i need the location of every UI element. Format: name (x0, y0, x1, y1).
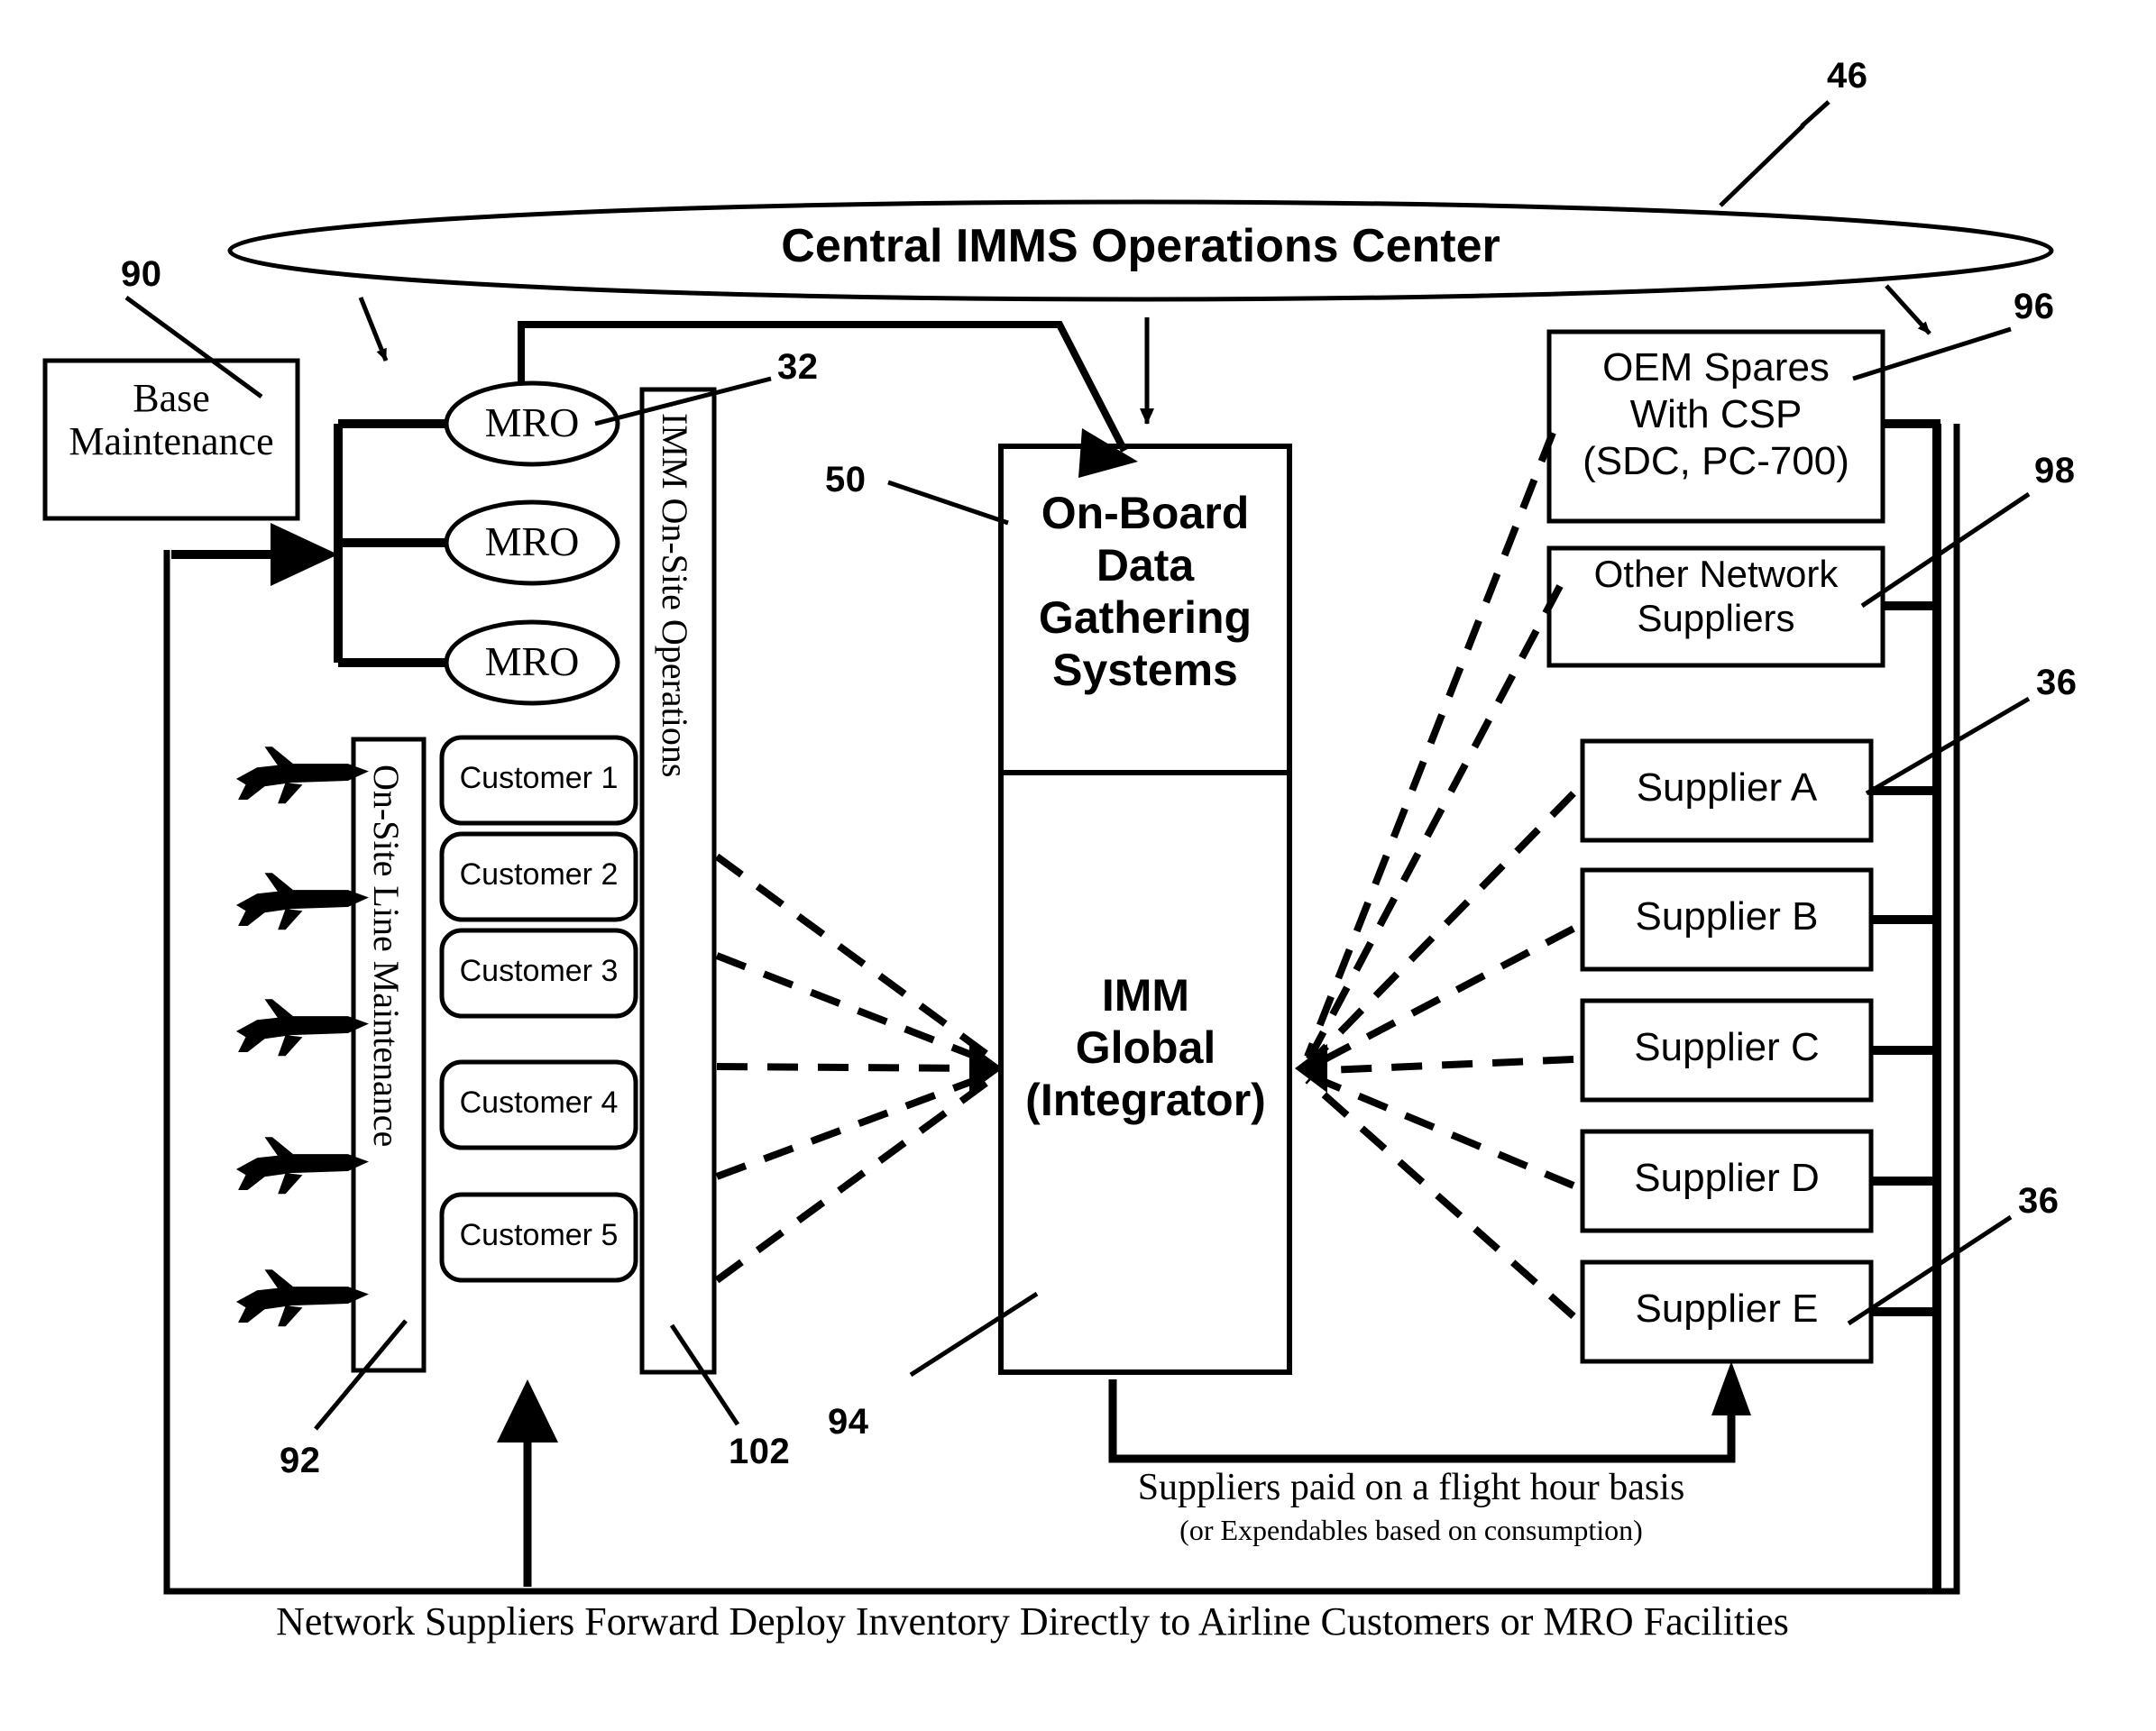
ref-numeral-36-lower: 36 (2018, 1181, 2060, 1221)
leader-102 (669, 1323, 740, 1426)
customer-label-5: Customer 5 (459, 1218, 619, 1252)
supplier-label-b: Supplier B (1635, 894, 1819, 939)
customer-label-1: Customer 1 (459, 761, 619, 795)
other-network-suppliers-label: Other Network Suppliers (1593, 553, 1839, 640)
bottom-flow-caption: Network Suppliers Forward Deploy Invento… (276, 1599, 1789, 1644)
customer-to-imm-dashed-links (714, 853, 993, 1284)
customer-label-3: Customer 3 (459, 954, 619, 988)
ref-numeral-98: 98 (2034, 451, 2076, 490)
payment-note-line-1: Suppliers paid on a flight hour basis (1137, 1467, 1685, 1508)
on-site-line-maintenance-label: On-Site Line Maintenance (366, 765, 407, 1148)
oem-spares-label: OEM Spares With CSP (SDC, PC-700) (1583, 345, 1849, 483)
base-maintenance-label: Base Maintenance (69, 376, 274, 463)
ref-numeral-92: 92 (280, 1441, 321, 1480)
ref-numeral-32: 32 (777, 347, 819, 387)
leader-92 (314, 1319, 408, 1431)
forward-deploy-flow (497, 1379, 558, 1587)
ref-numeral-96: 96 (2014, 287, 2055, 326)
leader-50 (887, 480, 1009, 526)
ellipse-to-base-arrow (358, 297, 389, 362)
supplier-label-c: Supplier C (1634, 1025, 1820, 1069)
payment-note-line-2: (or Expendables based on consumption) (1179, 1514, 1643, 1546)
supplier-label-d: Supplier D (1634, 1156, 1820, 1200)
ref-numeral-46: 46 (1827, 56, 1868, 96)
patent-figure-canvas: Central IMMS Operations Center Base Main… (0, 0, 2156, 1731)
mro-label-2: MRO (484, 518, 580, 564)
customer-label-2: Customer 2 (459, 857, 619, 892)
ref-numeral-90: 90 (121, 254, 162, 294)
supplier-payment-path (1108, 1361, 1751, 1463)
on-board-data-label: On-Board Data Gathering Systems (1038, 488, 1252, 695)
ref-numeral-102: 102 (729, 1432, 791, 1471)
imm-global-label: IMM Global (Integrator) (1025, 970, 1266, 1125)
leader-36-upper (1865, 696, 2031, 796)
ref-numeral-94: 94 (828, 1402, 869, 1442)
supplier-label-a: Supplier A (1636, 765, 1818, 810)
mro-label-3: MRO (484, 638, 580, 684)
customer-label-4: Customer 4 (459, 1085, 619, 1120)
leader-94 (909, 1291, 1039, 1378)
leader-46 (1719, 100, 1830, 207)
aircraft-icon-group (236, 746, 369, 1327)
ref-numeral-50: 50 (825, 460, 867, 499)
ref-numeral-36-upper: 36 (2036, 663, 2078, 702)
mro-label-1: MRO (484, 399, 580, 445)
central-ops-title: Central IMMS Operations Center (781, 220, 1500, 272)
supplier-to-imm-dashed-links (1304, 431, 1576, 1319)
ops-to-oem-arrow (1885, 284, 1931, 335)
imm-on-site-operations-label: IMM On-Site Operations (655, 413, 695, 778)
supplier-label-e: Supplier E (1635, 1287, 1819, 1331)
